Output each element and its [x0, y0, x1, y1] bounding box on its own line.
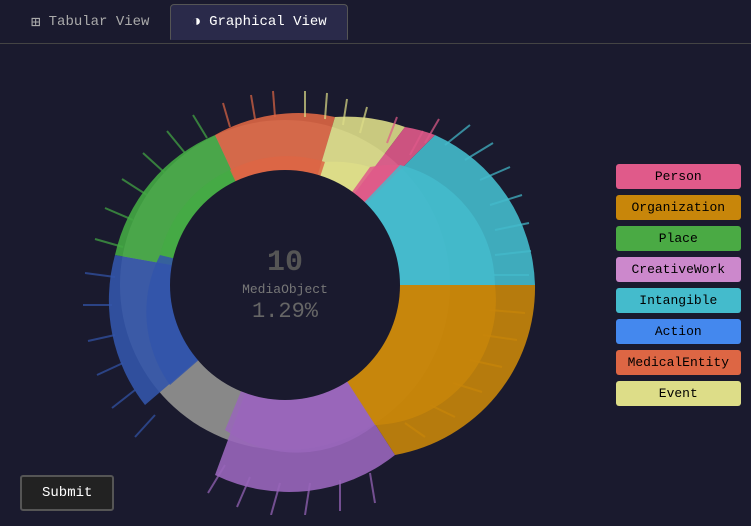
spike: [370, 473, 375, 503]
spike: [105, 208, 133, 220]
center-count-text: 10: [267, 246, 303, 280]
tab-graphical-label: Graphical View: [209, 14, 327, 30]
tabular-icon: ⊞: [31, 12, 41, 32]
spike: [325, 93, 327, 119]
spike: [97, 363, 123, 375]
tab-graphical[interactable]: ◑ Graphical View: [170, 4, 347, 40]
spike: [445, 125, 470, 145]
legend-event[interactable]: Event: [616, 381, 741, 406]
spike: [122, 179, 147, 195]
legend-organization[interactable]: Organization: [616, 195, 741, 220]
tab-tabular-label: Tabular View: [49, 14, 150, 30]
legend-person[interactable]: Person: [616, 164, 741, 189]
center-percent-text: 1.29%: [252, 299, 319, 324]
tab-tabular[interactable]: ⊞ Tabular View: [10, 3, 170, 41]
graphical-icon: ◑: [191, 13, 201, 31]
center-label-text: MediaObject: [242, 282, 328, 297]
legend-creativework[interactable]: CreativeWork: [616, 257, 741, 282]
tab-bar: ⊞ Tabular View ◑ Graphical View: [0, 0, 751, 44]
sunburst-chart[interactable]: 10 MediaObject 1.29%: [15, 55, 555, 515]
spike: [273, 91, 275, 117]
legend-intangible[interactable]: Intangible: [616, 288, 741, 313]
submit-button[interactable]: Submit: [20, 475, 114, 511]
spike: [135, 415, 155, 437]
spike: [167, 131, 185, 153]
legend: Person Organization Place CreativeWork I…: [616, 164, 741, 406]
legend-medicalentity[interactable]: MedicalEntity: [616, 350, 741, 375]
spike: [88, 335, 115, 341]
main-content: 10 MediaObject 1.29% Person Organization…: [0, 44, 751, 526]
spike: [112, 390, 135, 408]
spike: [251, 95, 255, 119]
spike: [208, 465, 225, 493]
spike: [85, 273, 115, 277]
spike: [143, 153, 165, 173]
legend-place[interactable]: Place: [616, 226, 741, 251]
chart-area: 10 MediaObject 1.29%: [0, 44, 570, 526]
spike: [223, 103, 230, 127]
spike: [193, 115, 207, 138]
legend-action[interactable]: Action: [616, 319, 741, 344]
spike: [465, 143, 493, 160]
